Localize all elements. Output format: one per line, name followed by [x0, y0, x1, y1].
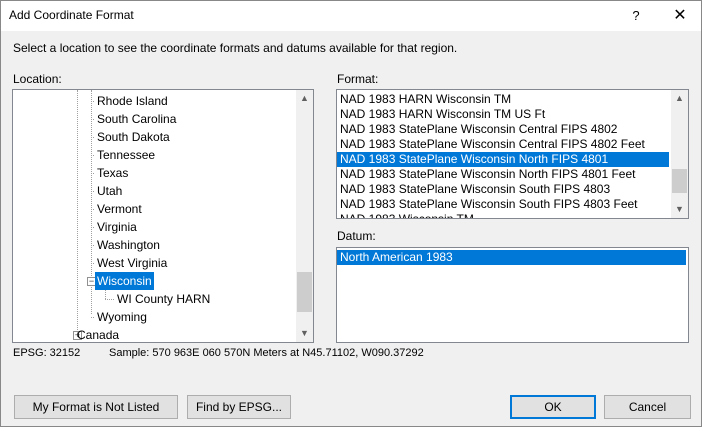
add-coordinate-format-dialog: Add Coordinate Format ? ✕ Select a locat…	[0, 0, 702, 427]
tree-item[interactable]: Tennessee	[13, 146, 297, 164]
format-list-item[interactable]: NAD 1983 StatePlane Wisconsin North FIPS…	[337, 152, 669, 167]
format-list-item[interactable]: NAD 1983 StatePlane Wisconsin North FIPS…	[337, 167, 669, 182]
tree-connector	[91, 263, 94, 264]
tree-connector	[91, 101, 94, 102]
epsg-code: EPSG: 32152	[13, 347, 81, 359]
tree-connector	[91, 137, 94, 138]
location-scrollbar[interactable]: ▲ ▼	[296, 90, 313, 342]
tree-item[interactable]: Vermont	[13, 200, 297, 218]
tree-connector	[91, 191, 94, 192]
find-by-epsg-button[interactable]: Find by EPSG...	[187, 395, 291, 419]
tree-item[interactable]: South Carolina	[13, 110, 297, 128]
format-not-listed-button[interactable]: My Format is Not Listed	[14, 395, 178, 419]
tree-item[interactable]: Washington	[13, 236, 297, 254]
tree-item[interactable]: Virginia	[13, 218, 297, 236]
location-tree[interactable]: ▲ ▼ Rhode Island South Carolina South Dako…	[12, 89, 314, 343]
tree-item[interactable]: West Virginia	[13, 254, 297, 272]
format-list-item[interactable]: NAD 1983 StatePlane Wisconsin South FIPS…	[337, 182, 669, 197]
scroll-thumb[interactable]	[672, 169, 687, 193]
sample-coordinates: Sample: 570 963E 060 570N Meters at N45.…	[109, 347, 424, 359]
tree-item-label: Texas	[97, 166, 129, 180]
tree-item-label: Utah	[97, 184, 123, 198]
cancel-button[interactable]: Cancel	[604, 395, 691, 419]
instructions-text: Select a location to see the coordinate …	[13, 41, 458, 55]
tree-item-label: Virginia	[97, 220, 137, 234]
tree-item[interactable]: Utah	[13, 182, 297, 200]
tree-item-label: Washington	[97, 238, 160, 252]
tree-item-label: South Dakota	[97, 130, 170, 144]
format-label: Format:	[337, 72, 379, 86]
tree-item[interactable]: + Canada	[13, 326, 297, 342]
tree-item[interactable]: Rhode Island	[13, 92, 297, 110]
tree-connector	[91, 227, 94, 228]
help-button[interactable]: ?	[613, 1, 659, 31]
tree-item[interactable]: South Dakota	[13, 128, 297, 146]
title-bar: Add Coordinate Format ? ✕	[1, 1, 701, 31]
tree-connector	[91, 245, 94, 246]
datum-list[interactable]: North American 1983	[336, 247, 689, 343]
scroll-down-icon[interactable]: ▼	[296, 325, 313, 342]
format-list[interactable]: ▲ ▼ NAD 1983 HARN Wisconsin TM NAD 1983 H…	[336, 89, 689, 219]
datum-list-item[interactable]: North American 1983	[337, 250, 686, 265]
format-list-item[interactable]: NAD 1983 HARN Wisconsin TM	[337, 92, 669, 107]
format-list-item[interactable]: NAD 1983 StatePlane Wisconsin Central FI…	[337, 122, 669, 137]
scroll-up-icon[interactable]: ▲	[671, 90, 688, 107]
close-button[interactable]: ✕	[659, 1, 701, 31]
format-list-item[interactable]: NAD 1983 HARN Wisconsin TM US Ft	[337, 107, 669, 122]
tree-item-label: Wyoming	[97, 310, 147, 324]
tree-connector	[91, 173, 94, 174]
tree-item[interactable]: WI County HARN	[13, 290, 297, 308]
tree-item-label: WI County HARN	[117, 292, 211, 306]
tree-connector	[91, 317, 94, 318]
tree-item-label: Canada	[77, 328, 120, 342]
tree-connector	[105, 299, 114, 300]
location-label: Location:	[13, 72, 62, 86]
tree-item[interactable]: Texas	[13, 164, 297, 182]
scroll-up-icon[interactable]: ▲	[296, 90, 313, 107]
format-list-item[interactable]: NAD 1983 StatePlane Wisconsin South FIPS…	[337, 197, 669, 212]
tree-item-label: Vermont	[97, 202, 142, 216]
format-list-item[interactable]: NAD 1983 StatePlane Wisconsin Central FI…	[337, 137, 669, 152]
tree-connector	[91, 155, 94, 156]
tree-item-label: Tennessee	[97, 148, 156, 162]
tree-item-label: South Carolina	[97, 112, 177, 126]
tree-item-label: Wisconsin	[95, 272, 154, 290]
tree-item[interactable]: − Wisconsin	[13, 272, 297, 290]
tree-item-label: Rhode Island	[97, 94, 168, 108]
format-list-item[interactable]: NAD 1983 Wisconsin TM	[337, 212, 669, 218]
tree-connector	[91, 209, 94, 210]
scroll-thumb[interactable]	[297, 272, 312, 312]
format-scrollbar[interactable]: ▲ ▼	[671, 90, 688, 218]
ok-button[interactable]: OK	[510, 395, 596, 419]
datum-label: Datum:	[337, 229, 376, 243]
window-title: Add Coordinate Format	[9, 8, 134, 22]
tree-item-label: West Virginia	[97, 256, 168, 270]
tree-connector	[91, 119, 94, 120]
scroll-down-icon[interactable]: ▼	[671, 201, 688, 218]
tree-item[interactable]: Wyoming	[13, 308, 297, 326]
